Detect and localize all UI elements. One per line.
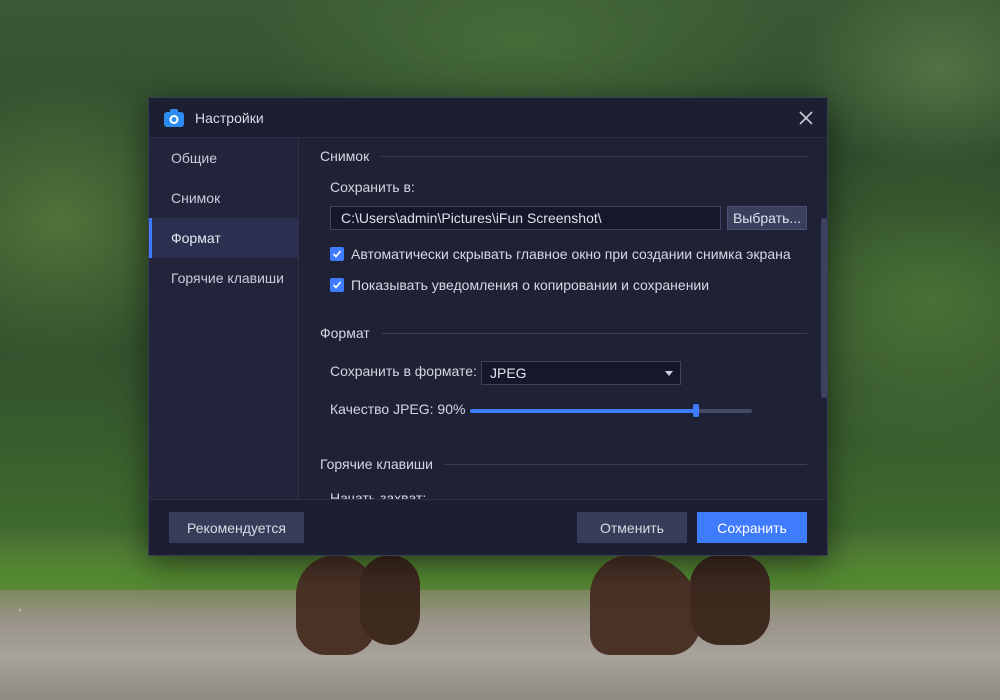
notify-option: Показывать уведомления о копировании и с… bbox=[330, 277, 709, 293]
format-select[interactable]: JPEG bbox=[481, 361, 681, 385]
format-select-value: JPEG bbox=[490, 365, 527, 381]
dialog-footer: Рекомендуется Отменить Сохранить bbox=[149, 499, 827, 555]
cancel-button[interactable]: Отменить bbox=[577, 512, 687, 543]
chevron-down-icon bbox=[665, 371, 673, 376]
slider-thumb[interactable] bbox=[692, 404, 699, 417]
sidebar-item-general[interactable]: Общие bbox=[149, 138, 298, 178]
section-divider bbox=[444, 463, 807, 465]
jpeg-quality-slider[interactable] bbox=[470, 404, 752, 417]
start-capture-label: Начать захват: bbox=[330, 490, 427, 499]
notify-checkbox[interactable] bbox=[330, 278, 344, 292]
section-snapshot-title: Снимок bbox=[320, 148, 370, 164]
section-snapshot: Снимок bbox=[320, 148, 807, 164]
save-button[interactable]: Сохранить bbox=[697, 512, 807, 543]
background-ground bbox=[0, 590, 1000, 700]
close-icon bbox=[799, 111, 813, 125]
browse-button[interactable]: Выбрать... bbox=[727, 206, 807, 230]
section-divider bbox=[381, 332, 807, 334]
checkmark-icon bbox=[332, 250, 342, 258]
save-format-label: Сохранить в формате: bbox=[330, 363, 477, 379]
slider-fill bbox=[470, 409, 696, 413]
background-animal-leg bbox=[690, 555, 770, 645]
section-divider bbox=[381, 155, 807, 157]
background-animal-leg bbox=[360, 555, 420, 645]
section-hotkeys: Горячие клавиши bbox=[320, 456, 807, 472]
settings-sidebar: Общие Снимок Формат Горячие клавиши bbox=[149, 138, 299, 499]
jpeg-quality-label: Качество JPEG: 90% bbox=[330, 401, 466, 417]
sidebar-item-hotkeys[interactable]: Горячие клавиши bbox=[149, 258, 298, 298]
settings-dialog: Настройки Общие Снимок Формат Горячие кл… bbox=[148, 97, 828, 556]
title-bar: Настройки bbox=[149, 98, 827, 138]
close-button[interactable] bbox=[795, 107, 817, 129]
recommended-button[interactable]: Рекомендуется bbox=[169, 512, 304, 543]
notify-label: Показывать уведомления о копировании и с… bbox=[351, 277, 710, 293]
sidebar-item-snapshot[interactable]: Снимок bbox=[149, 178, 298, 218]
auto-hide-checkbox[interactable] bbox=[330, 247, 344, 261]
content-scrollbar[interactable] bbox=[821, 218, 827, 398]
sidebar-item-format[interactable]: Формат bbox=[149, 218, 298, 258]
auto-hide-option: Автоматически скрывать главное окно при … bbox=[330, 246, 791, 262]
save-to-label: Сохранить в: bbox=[330, 179, 415, 195]
checkmark-icon bbox=[332, 281, 342, 289]
dialog-title: Настройки bbox=[195, 109, 264, 126]
auto-hide-label: Автоматически скрывать главное окно при … bbox=[351, 246, 791, 262]
camera-icon bbox=[163, 108, 185, 128]
section-format: Формат bbox=[320, 325, 807, 341]
settings-content: Снимок Сохранить в: C:\Users\admin\Pictu… bbox=[300, 138, 827, 499]
section-hotkeys-title: Горячие клавиши bbox=[320, 456, 433, 472]
save-path-field[interactable]: C:\Users\admin\Pictures\iFun Screenshot\ bbox=[330, 206, 721, 230]
section-format-title: Формат bbox=[320, 325, 370, 341]
